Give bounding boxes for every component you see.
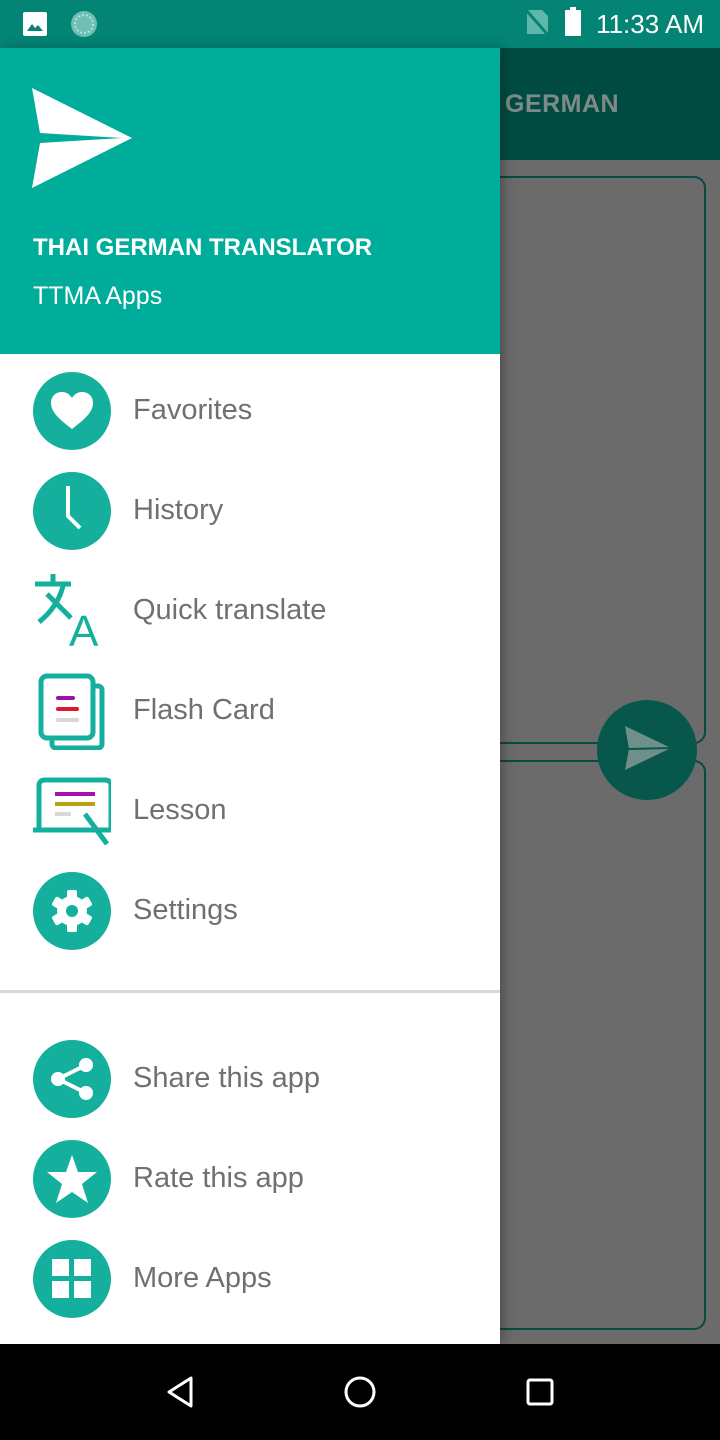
star-icon	[33, 1140, 111, 1218]
menu-divider	[0, 990, 500, 993]
translate-fab[interactable]	[597, 700, 697, 800]
menu-item-label: Rate this app	[133, 1161, 304, 1194]
translate-icon: A	[33, 572, 111, 650]
primary-menu: Favorites History A Quick translate Flas…	[0, 360, 500, 960]
paper-plane-icon	[32, 88, 132, 193]
home-button[interactable]	[340, 1372, 380, 1412]
menu-item-settings[interactable]: Settings	[0, 860, 500, 960]
status-time: 11:33 AM	[596, 8, 704, 39]
menu-item-label: Quick translate	[133, 593, 327, 626]
app-developer: TTMA Apps	[33, 282, 163, 310]
gallery-icon	[22, 11, 48, 42]
flash-card-icon	[33, 672, 111, 750]
menu-item-flash-card[interactable]: Flash Card	[0, 660, 500, 760]
menu-item-history[interactable]: History	[0, 460, 500, 560]
menu-item-label: Lesson	[133, 793, 227, 826]
battery-icon	[564, 6, 582, 42]
menu-item-share[interactable]: Share this app	[0, 1028, 500, 1128]
menu-item-label: More Apps	[133, 1261, 272, 1294]
clock-icon	[33, 472, 111, 550]
status-bar: 11:33 AM	[0, 0, 720, 48]
navigation-drawer: THAI GERMAN TRANSLATOR TTMA Apps Favorit…	[0, 48, 500, 1344]
toolbar-title: GERMAN	[505, 90, 620, 118]
no-sim-icon	[524, 8, 550, 41]
menu-item-rate[interactable]: Rate this app	[0, 1128, 500, 1228]
back-button[interactable]	[160, 1372, 200, 1412]
send-icon	[621, 722, 673, 779]
lesson-board-icon	[33, 772, 111, 850]
share-icon	[33, 1040, 111, 1118]
menu-item-favorites[interactable]: Favorites	[0, 360, 500, 460]
gear-icon	[33, 872, 111, 950]
app-title: THAI GERMAN TRANSLATOR	[33, 234, 373, 261]
drawer-header: THAI GERMAN TRANSLATOR TTMA Apps	[0, 48, 500, 354]
system-nav-bar	[0, 1344, 720, 1440]
svg-text:A: A	[69, 607, 99, 650]
sync-icon	[70, 10, 98, 43]
recents-button[interactable]	[520, 1372, 560, 1412]
grid-icon	[33, 1240, 111, 1318]
menu-item-label: History	[133, 493, 224, 526]
heart-icon	[33, 372, 111, 450]
menu-item-label: Settings	[133, 893, 238, 926]
menu-item-quick-translate[interactable]: A Quick translate	[0, 560, 500, 660]
menu-item-more-apps[interactable]: More Apps	[0, 1228, 500, 1328]
menu-item-label: Favorites	[133, 393, 253, 426]
menu-item-lesson[interactable]: Lesson	[0, 760, 500, 860]
secondary-menu: Share this app Rate this app More Apps	[0, 1028, 500, 1328]
menu-item-label: Share this app	[133, 1061, 321, 1094]
menu-item-label: Flash Card	[133, 693, 275, 726]
